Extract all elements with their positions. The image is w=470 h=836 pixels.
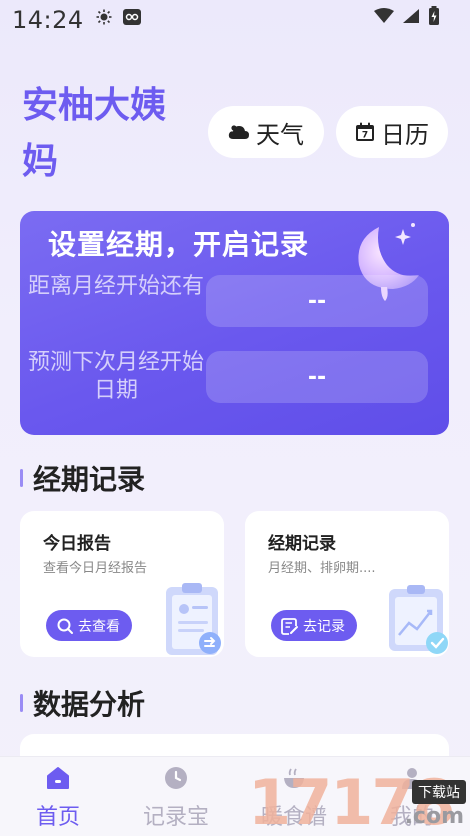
app-title: 安柚大姨妈	[22, 85, 167, 182]
weather-label: 天气	[256, 120, 304, 149]
today-report-card[interactable]: 今日报告 查看今日月经报告 去查看	[20, 511, 224, 657]
section-bar	[20, 469, 23, 487]
period-record-card[interactable]: 经期记录 月经期、排卵期.... 去记录	[245, 511, 449, 657]
section-title: 经期记录	[33, 463, 146, 496]
watermark-tag: 下载站	[412, 780, 466, 804]
calendar-button[interactable]: 7 日历	[336, 106, 448, 158]
tab-home[interactable]: 首页	[8, 765, 108, 831]
next-period-label: 预测下次月经开始日期	[27, 350, 204, 403]
signal-icon	[403, 9, 419, 23]
calendar-label: 日历	[381, 120, 429, 149]
section-data-analysis: 数据分析	[20, 683, 145, 723]
status-time: 14:24	[12, 6, 84, 34]
section-period-records: 经期记录	[20, 458, 145, 498]
weather-button[interactable]: 天气	[208, 106, 324, 158]
brightness-icon	[96, 9, 112, 25]
card-title: 经期记录	[268, 534, 336, 554]
status-bar: 14:24	[0, 0, 470, 40]
card-subtitle: 查看今日月经报告	[43, 561, 148, 576]
clipboard-chart-icon	[389, 585, 448, 654]
search-icon	[57, 618, 73, 634]
battery-icon	[429, 6, 439, 25]
view-report-button[interactable]: 去查看	[46, 610, 132, 641]
card-title: 设置经期，开启记录	[48, 228, 310, 261]
calendar-icon: 7	[356, 122, 374, 141]
card-subtitle: 月经期、排卵期....	[268, 561, 376, 576]
tab-label: 记录宝	[142, 805, 209, 830]
period-setup-card[interactable]: 设置经期，开启记录 距离月经开始还有 -- 预测下次月经开始日期 --	[20, 211, 449, 435]
wifi-icon	[374, 8, 394, 23]
section-title: 数据分析	[33, 688, 146, 721]
card-title: 今日报告	[43, 534, 111, 554]
note-edit-icon	[281, 617, 298, 635]
cloud-icon	[228, 125, 249, 139]
go-record-button[interactable]: 去记录	[271, 610, 357, 641]
tab-label: 首页	[35, 805, 80, 830]
clock-icon	[165, 767, 187, 789]
button-label: 去记录	[303, 618, 345, 635]
watermark-suffix: .com	[404, 804, 464, 829]
tab-record[interactable]: 记录宝	[126, 765, 226, 831]
svg-text:7: 7	[362, 131, 368, 141]
site-watermark: 17178 下载站 .com	[248, 766, 470, 836]
days-until-value: --	[206, 275, 428, 327]
clipboard-report-icon	[166, 583, 221, 655]
home-icon	[47, 767, 69, 789]
app-notification-icon	[123, 9, 141, 25]
section-bar	[20, 694, 23, 712]
button-label: 去查看	[78, 618, 120, 635]
days-until-label: 距离月经开始还有	[27, 274, 204, 299]
next-period-value: --	[206, 351, 428, 403]
